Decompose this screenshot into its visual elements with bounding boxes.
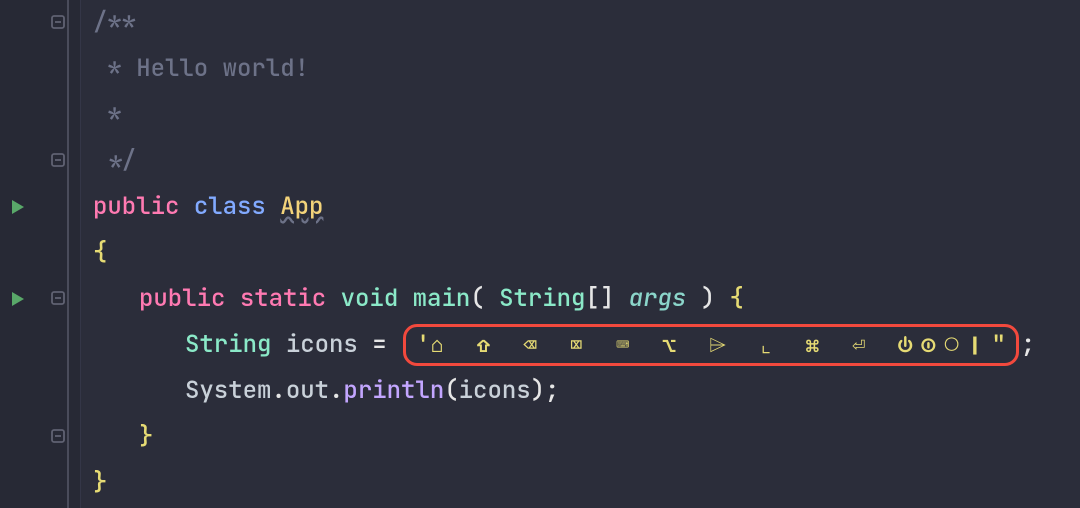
keyword-static: static — [240, 276, 326, 322]
brace-open: { — [93, 230, 107, 276]
code-line[interactable]: /** — [93, 0, 1035, 46]
string-icon-literals: ⌂ ⇧ ⌫ ⌧ ⌨ ⌥ ⌲ ⌞ ⌘ ⏎ ⏻⏼◯❙ — [430, 322, 991, 368]
space — [485, 276, 499, 322]
paren-close: ) — [531, 368, 545, 414]
run-method-icon[interactable] — [10, 291, 26, 307]
doc-comment: */ — [93, 138, 136, 184]
space — [179, 184, 193, 230]
keyword-class: class — [194, 184, 266, 230]
space — [398, 276, 412, 322]
paren-open: ( — [444, 368, 458, 414]
code-line[interactable]: public class App — [93, 184, 1035, 230]
string-close: " — [991, 322, 1005, 368]
space — [326, 276, 340, 322]
highlight-annotation: ' ⌂ ⇧ ⌫ ⌧ ⌨ ⌥ ⌲ ⌞ ⌘ ⏎ ⏻⏼◯❙ " — [403, 324, 1019, 366]
var-icons: icons — [286, 322, 358, 368]
semicolon: ; — [545, 368, 559, 414]
doc-comment: /** — [93, 0, 136, 46]
space — [266, 184, 280, 230]
code-line[interactable]: System . out . println ( icons ) ; — [93, 368, 1035, 414]
space — [271, 322, 285, 368]
gutter — [0, 0, 81, 508]
space — [225, 276, 239, 322]
code-line[interactable]: String icons = ' ⌂ ⇧ ⌫ ⌧ ⌨ ⌥ ⌲ ⌞ ⌘ ⏎ ⏻⏼◯… — [93, 322, 1035, 368]
code-editor[interactable]: /** * Hello world! * */ public class App… — [0, 0, 1080, 508]
keyword-public: public — [139, 276, 225, 322]
code-line[interactable]: * Hello world! — [93, 46, 1035, 92]
arg-icons: icons — [459, 368, 531, 414]
code-line[interactable]: } — [93, 460, 1035, 506]
keyword-public: public — [93, 184, 179, 230]
dot: . — [271, 368, 285, 414]
code-line[interactable]: { — [93, 230, 1035, 276]
code-line[interactable]: } — [93, 414, 1035, 460]
brackets: [] — [585, 276, 614, 322]
dot: . — [329, 368, 343, 414]
ref-system: System — [185, 368, 271, 414]
code-line[interactable]: * — [93, 92, 1035, 138]
paren-open: ( — [470, 276, 484, 322]
brace-close: } — [139, 414, 153, 460]
fold-end-icon — [50, 152, 68, 170]
code-line[interactable]: */ — [93, 138, 1035, 184]
param-args: args — [629, 276, 687, 322]
type-string: String — [499, 276, 585, 322]
space — [715, 276, 729, 322]
space — [686, 276, 700, 322]
fold-toggle-icon[interactable] — [50, 290, 68, 308]
code-area[interactable]: /** * Hello world! * */ public class App… — [81, 0, 1035, 508]
equals: = — [358, 322, 401, 368]
type-string: String — [185, 322, 271, 368]
method-main: main — [413, 276, 471, 322]
brace-close: } — [93, 460, 107, 506]
fold-end-icon — [50, 428, 68, 446]
code-line[interactable]: public static void main ( String [] args… — [93, 276, 1035, 322]
space — [614, 276, 628, 322]
fold-toggle-icon[interactable] — [50, 14, 68, 32]
string-open: ' — [416, 322, 430, 368]
semicolon: ; — [1021, 322, 1035, 368]
keyword-void: void — [341, 276, 399, 322]
doc-comment: * — [93, 92, 122, 138]
class-name: App — [280, 184, 323, 230]
brace-open: { — [730, 276, 744, 322]
ref-out: out — [286, 368, 329, 414]
call-println: println — [343, 368, 444, 414]
paren-close: ) — [701, 276, 715, 322]
run-class-icon[interactable] — [10, 199, 26, 215]
doc-comment: * Hello world! — [93, 46, 309, 92]
